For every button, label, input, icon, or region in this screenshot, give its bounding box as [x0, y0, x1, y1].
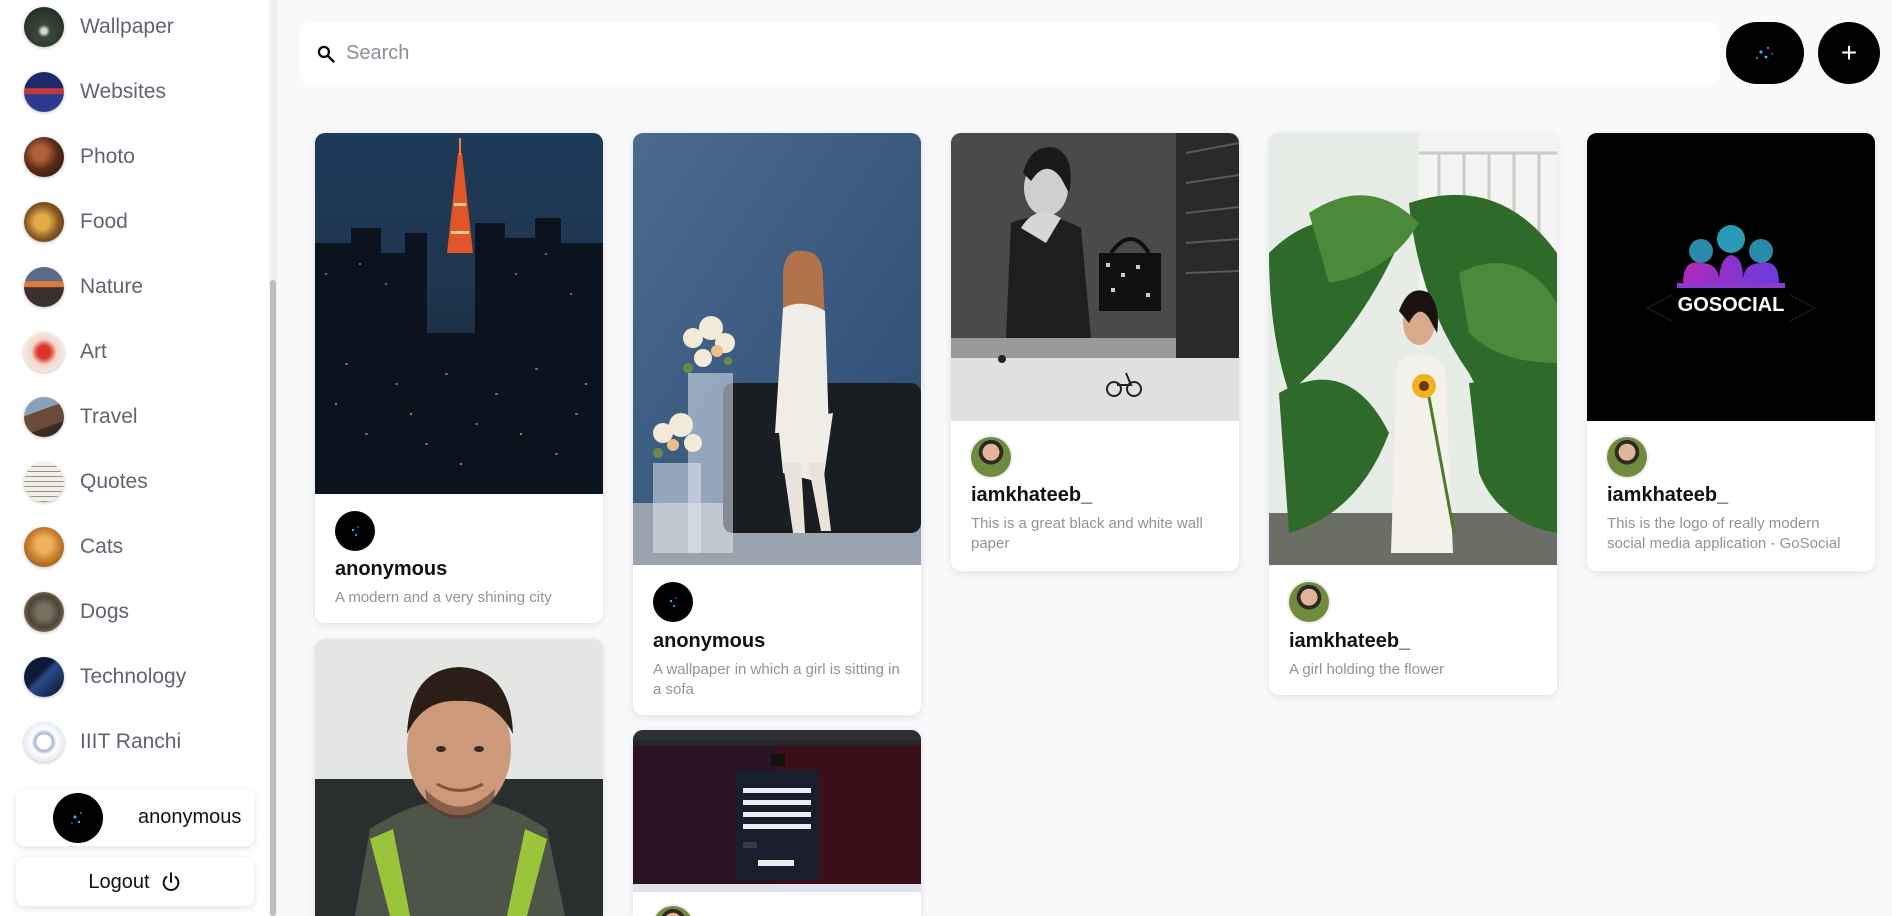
- galaxy-avatar-icon: [71, 812, 82, 824]
- sidebar-item-cats[interactable]: Cats: [24, 525, 123, 569]
- author-avatar[interactable]: [653, 906, 693, 916]
- sidebar-item-label: Cats: [80, 535, 124, 558]
- avatar: [53, 793, 103, 843]
- pin-image-girl-holding-sunflower[interactable]: [1269, 133, 1557, 565]
- pin-image-gosocial-logo[interactable]: GOSOCIAL: [1587, 133, 1875, 421]
- user-profile-card[interactable]: anonymous: [16, 790, 254, 846]
- pin-card[interactable]: iamkhateeb_ A girl holding the flower: [1269, 133, 1557, 695]
- sidebar-item-label: Photo: [80, 145, 135, 168]
- sidebar-item-nature[interactable]: Nature: [24, 265, 143, 309]
- pin-image-man-portrait-green-backpack[interactable]: [315, 639, 603, 916]
- technology-thumb: [24, 657, 64, 697]
- pin-author[interactable]: iamkhateeb_: [1607, 484, 1728, 507]
- author-avatar[interactable]: [1607, 437, 1647, 477]
- sidebar-item-art[interactable]: Art: [24, 330, 107, 374]
- galaxy-avatar-icon: [669, 597, 677, 607]
- pin-card[interactable]: [315, 639, 603, 916]
- sidebar-scrollbar-thumb[interactable]: [270, 280, 276, 916]
- sidebar-item-travel[interactable]: Travel: [24, 395, 138, 439]
- logout-button[interactable]: Logout: [16, 858, 254, 906]
- search-bar: [300, 22, 1720, 84]
- user-name: anonymous: [138, 806, 242, 828]
- pin-description: A girl holding the flower: [1289, 661, 1445, 678]
- pin-card[interactable]: iamkhateeb_ This is a great black and wh…: [951, 133, 1239, 571]
- sidebar-item-label: Technology: [80, 665, 187, 688]
- nature-thumb: [24, 267, 64, 307]
- dogs-thumb: [24, 592, 64, 632]
- profile-button[interactable]: [1726, 22, 1804, 84]
- gosocial-logo-text: GOSOCIAL: [1678, 294, 1785, 316]
- galaxy-avatar-icon: [351, 526, 359, 536]
- cats-thumb: [24, 527, 64, 567]
- plus-icon: +: [1840, 37, 1858, 68]
- sidebar-item-label: Websites: [80, 80, 166, 103]
- sidebar-item-wallpaper[interactable]: Wallpaper: [24, 5, 174, 49]
- travel-thumb: [24, 397, 64, 437]
- sidebar-item-food[interactable]: Food: [24, 200, 128, 244]
- logout-label: Logout: [88, 870, 150, 893]
- pin-card[interactable]: anonymous A modern and a very shining ci…: [315, 133, 603, 623]
- pin-author[interactable]: anonymous: [335, 558, 447, 581]
- sidebar-item-technology[interactable]: Technology: [24, 655, 186, 699]
- pin-card[interactable]: anonymous A wallpaper in which a girl is…: [633, 133, 921, 715]
- pin-image-tokyo-city-night[interactable]: [315, 133, 603, 494]
- quotes-thumb: [24, 462, 64, 502]
- websites-thumb: [24, 72, 64, 112]
- art-thumb: [24, 332, 64, 372]
- pin-author[interactable]: iamkhateeb_: [971, 484, 1092, 507]
- sidebar-item-label: Nature: [80, 275, 144, 298]
- sidebar-item-label: Wallpaper: [80, 15, 174, 38]
- sidebar-item-websites[interactable]: Websites: [24, 70, 166, 114]
- photo-thumb: [24, 137, 64, 177]
- add-pin-button[interactable]: +: [1818, 22, 1880, 84]
- sidebar-item-label: Art: [80, 340, 107, 363]
- sidebar-item-label: Dogs: [80, 600, 130, 623]
- pin-description: This is a great black and white wall pap…: [971, 515, 1203, 552]
- search-icon: [316, 44, 336, 64]
- author-avatar[interactable]: [1289, 582, 1329, 622]
- pin-author[interactable]: iamkhateeb_: [1289, 630, 1410, 653]
- sidebar-item-label: IIIT Ranchi: [80, 730, 182, 753]
- author-avatar[interactable]: [971, 437, 1011, 477]
- sidebar-item-label: Food: [80, 210, 128, 233]
- sidebar: Wallpaper Websites Photo Food Nature Art…: [0, 0, 272, 916]
- author-avatar[interactable]: [335, 511, 375, 551]
- wallpaper-thumb: [24, 7, 64, 47]
- pin-description: This is the logo of really modern social…: [1607, 515, 1841, 552]
- pin-image-girl-sitting-sofa[interactable]: [633, 133, 921, 565]
- sidebar-item-label: Quotes: [80, 470, 148, 493]
- pin-card[interactable]: [633, 730, 921, 916]
- sidebar-item-label: Travel: [80, 405, 138, 428]
- galaxy-avatar-icon: [1756, 46, 1773, 59]
- pin-description: A wallpaper in which a girl is sitting i…: [653, 661, 900, 698]
- sidebar-item-photo[interactable]: Photo: [24, 135, 135, 179]
- author-avatar[interactable]: [653, 582, 693, 622]
- pin-card[interactable]: GOSOCIAL iamkhateeb_ This is the logo of…: [1587, 133, 1875, 571]
- iiit-ranchi-thumb: [24, 722, 64, 762]
- sidebar-item-quotes[interactable]: Quotes: [24, 460, 148, 504]
- pin-author[interactable]: anonymous: [653, 630, 765, 653]
- power-icon: [160, 871, 182, 893]
- sidebar-item-iiit-ranchi[interactable]: IIIT Ranchi: [24, 720, 181, 764]
- food-thumb: [24, 202, 64, 242]
- sidebar-item-dogs[interactable]: Dogs: [24, 590, 129, 634]
- pin-image-black-white-wall-poster[interactable]: [951, 133, 1239, 421]
- pin-description: A modern and a very shining city: [335, 589, 552, 606]
- pin-image-signup-form-screenshot[interactable]: [633, 730, 921, 892]
- search-input[interactable]: [346, 34, 1646, 72]
